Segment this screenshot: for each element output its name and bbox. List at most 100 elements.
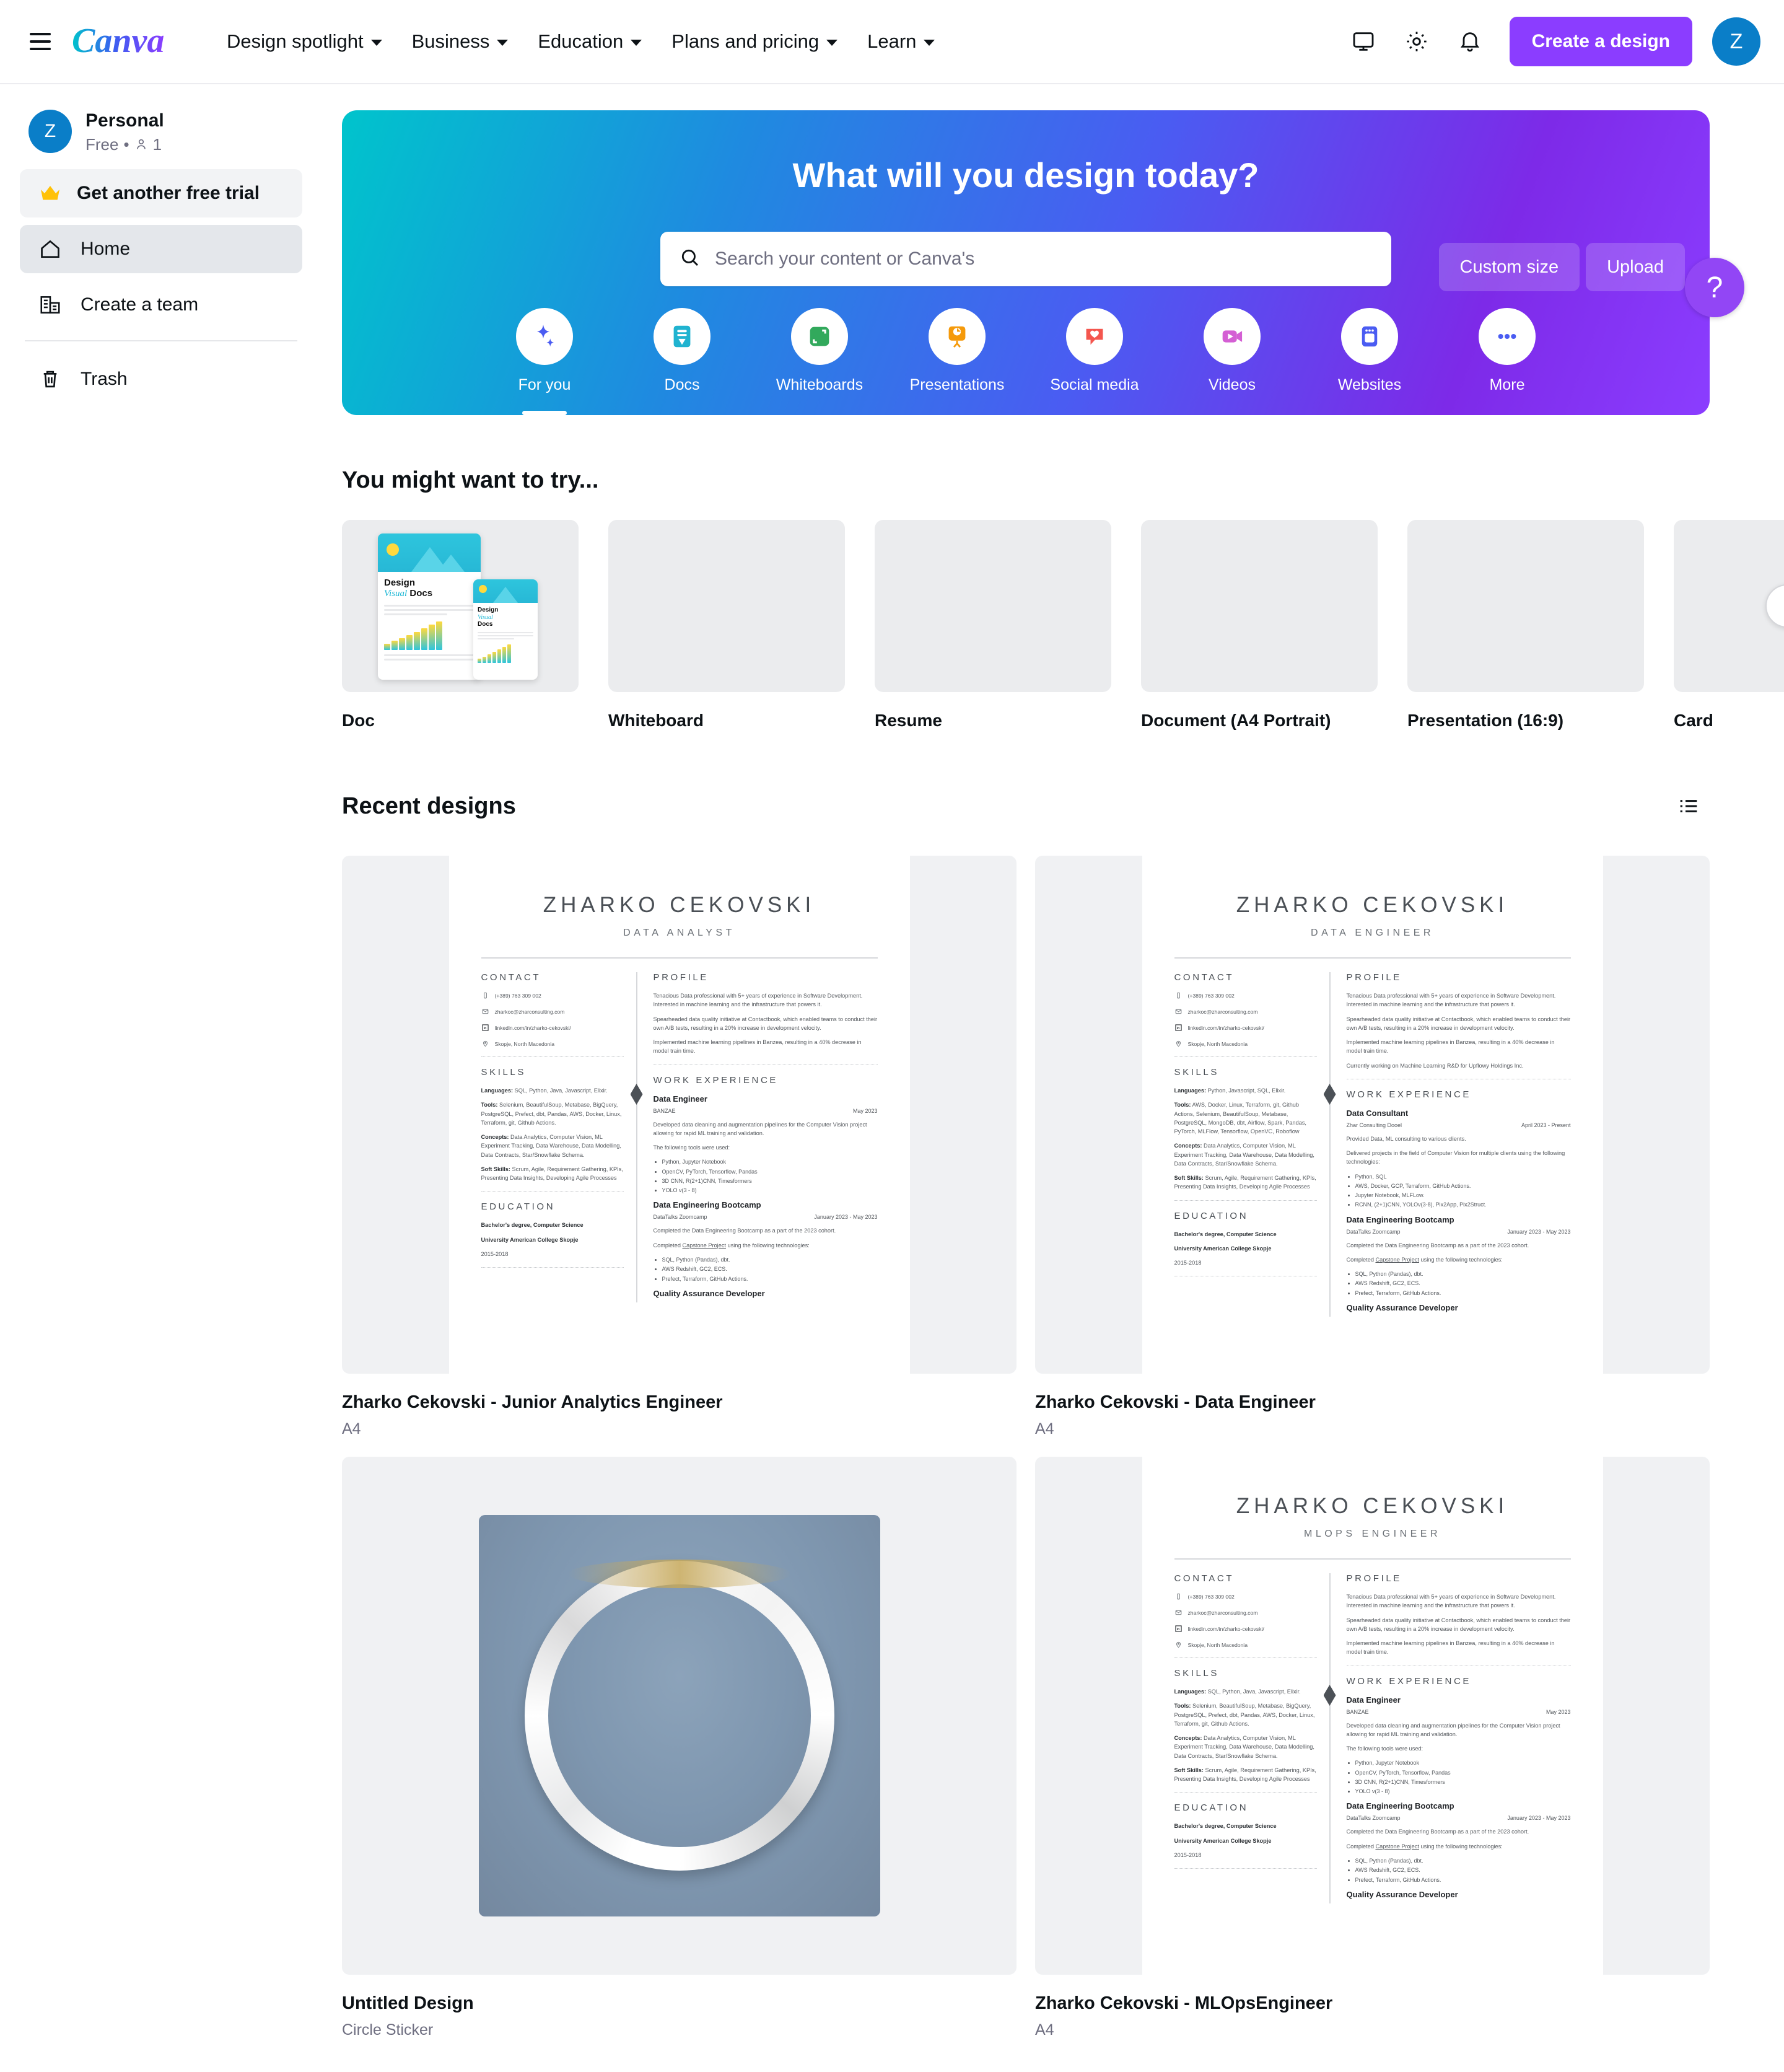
profile-paragraph: Currently working on Machine Learning R&… — [1346, 1062, 1524, 1069]
location-icon — [1174, 1641, 1183, 1649]
custom-size-button[interactable]: Custom size — [1438, 243, 1580, 291]
category-label: Whiteboards — [776, 376, 864, 393]
job-title: Quality Assurance Developer — [1346, 1303, 1458, 1313]
sidebar-item-create-a-team[interactable]: Create a team — [20, 281, 302, 329]
category-label: More — [1489, 376, 1525, 393]
job-bullets: Python, Jupyter Notebook OpenCV, PyTorch… — [662, 1157, 878, 1195]
category-tab-presentations[interactable]: Presentations — [888, 308, 1026, 394]
resume-divider — [481, 957, 878, 959]
skills-languages-label: Languages: — [481, 1087, 514, 1094]
profile-paragraph: Tenacious Data professional with 5+ year… — [653, 993, 863, 1008]
capstone-project-link[interactable]: Capstone Project — [1375, 1257, 1419, 1263]
resume-dotted-divider — [1174, 1868, 1317, 1869]
category-tab-more[interactable]: More — [1438, 308, 1576, 394]
hamburger-menu-icon[interactable] — [22, 24, 58, 59]
category-label: Videos — [1209, 376, 1256, 393]
skills-languages-value: Python, Javascript, SQL, Elixir. — [1207, 1087, 1286, 1094]
education-degree: Bachelor's degree, Computer Science — [1174, 1231, 1277, 1237]
heart-bubble-icon — [1066, 308, 1123, 365]
job-bullets: SQL, Python (Pandas), dbt. AWS Redshift,… — [1355, 1856, 1571, 1885]
job-bullets: Python, SQL AWS, Docker, GCP, Terraform,… — [1355, 1172, 1571, 1210]
category-tab-whiteboards[interactable]: Whiteboards — [751, 308, 888, 394]
profile-paragraph: Tenacious Data professional with 5+ year… — [1346, 1594, 1556, 1609]
category-tab-videos[interactable]: Videos — [1163, 308, 1301, 394]
nav-item-business[interactable]: Business — [398, 20, 522, 63]
capstone-project-link[interactable]: Capstone Project — [1375, 1843, 1419, 1850]
try-card-whiteboard[interactable]: Whiteboard — [608, 520, 845, 731]
list-view-icon[interactable] — [1668, 785, 1710, 827]
gear-icon[interactable] — [1393, 18, 1440, 65]
nav-item-design-spotlight[interactable]: Design spotlight — [213, 20, 396, 63]
try-card-document-a4-portrait[interactable]: Document (A4 Portrait) — [1141, 520, 1378, 731]
resume-education-heading: EDUCATION — [1174, 1210, 1249, 1221]
try-card-thumbnail — [1407, 520, 1644, 692]
job-description: Developed data cleaning and augmentation… — [1346, 1722, 1560, 1737]
resume-profile-heading: PROFILE — [653, 972, 709, 983]
resume-linkedin: linkedin.com/in/zharko-cekovski/ — [1187, 1625, 1264, 1632]
skills-concepts-label: Concepts: — [1174, 1143, 1202, 1149]
try-card-card[interactable]: Card — [1674, 520, 1784, 731]
job-company: DataTalks Zoomcamp — [1346, 1228, 1401, 1235]
nav-label: Design spotlight — [227, 30, 364, 52]
job-date: April 2023 - Present — [1521, 1122, 1571, 1128]
nav-item-education[interactable]: Education — [524, 20, 655, 63]
nav-item-learn[interactable]: Learn — [854, 20, 948, 63]
job-date: January 2023 - May 2023 — [1507, 1228, 1571, 1235]
sidebar-item-get-another-free-trial[interactable]: Get another free trial — [20, 169, 302, 217]
job-description: Developed data cleaning and augmentation… — [653, 1121, 867, 1136]
svg-text:Canva: Canva — [72, 22, 164, 60]
try-card-doc[interactable]: Design Visual Docs Design Visual Docs Do… — [342, 520, 579, 731]
job-description: Completed the Data Engineering Bootcamp … — [1346, 1242, 1529, 1249]
category-tab-social-media[interactable]: Social media — [1026, 308, 1163, 394]
category-tab-for-you[interactable]: For you — [476, 308, 613, 394]
ellipsis-icon — [1479, 308, 1536, 365]
design-meta: A4 — [342, 1420, 361, 1438]
canva-logo[interactable]: Canva — [72, 22, 181, 61]
category-label: Websites — [1337, 376, 1402, 393]
try-card-label: Whiteboard — [608, 711, 704, 730]
doc-icon — [654, 308, 711, 365]
profile-paragraph: Implemented machine learning pipelines i… — [1346, 1640, 1555, 1656]
design-card[interactable]: ZHARKO CEKOVSKI DATA ANALYST CONTACT (+3… — [342, 856, 1017, 1438]
resume-profile-heading: PROFILE — [1346, 972, 1402, 983]
job-bullets: Python, Jupyter Notebook OpenCV, PyTorch… — [1355, 1758, 1571, 1796]
search-bar[interactable] — [660, 232, 1391, 286]
job-description: Delivered projects in the field of Compu… — [1346, 1150, 1565, 1166]
bell-icon[interactable] — [1446, 18, 1493, 65]
try-card-label: Card — [1674, 711, 1713, 730]
create-a-design-button[interactable]: Create a design — [1509, 17, 1692, 66]
try-card-thumbnail — [608, 520, 845, 692]
search-input[interactable] — [715, 248, 1373, 270]
try-card-label: Document (A4 Portrait) — [1141, 711, 1331, 730]
monitor-icon[interactable] — [1340, 18, 1387, 65]
email-icon — [1174, 1007, 1183, 1016]
category-label: Social media — [1050, 376, 1139, 393]
job-bullet: AWS Redshift, GC2, ECS. — [1355, 1279, 1571, 1288]
skills-tools-label: Tools: — [1174, 1703, 1191, 1710]
upload-button[interactable]: Upload — [1586, 243, 1685, 291]
try-card-resume[interactable]: Resume — [875, 520, 1111, 731]
person-icon — [136, 139, 146, 149]
category-label: Docs — [664, 376, 700, 393]
account-summary[interactable]: Z Personal Free • 1 — [20, 102, 302, 169]
user-avatar[interactable]: Z — [1712, 17, 1760, 66]
capstone-project-link[interactable]: Capstone Project — [682, 1242, 725, 1249]
resume-contact-heading: CONTACT — [481, 972, 541, 983]
linkedin-icon: in — [1174, 1024, 1183, 1032]
design-card[interactable]: ZHARKO CEKOVSKI DATA ENGINEER CONTACT (+… — [1035, 856, 1710, 1438]
design-card[interactable]: Untitled Design Circle Sticker — [342, 1457, 1017, 2039]
sidebar-item-home[interactable]: Home — [20, 224, 302, 273]
try-card-presentation-16-9[interactable]: Presentation (16:9) — [1407, 520, 1644, 731]
help-button[interactable]: ? — [1685, 258, 1744, 317]
category-tab-docs[interactable]: Docs — [613, 308, 751, 394]
phone-icon — [1174, 991, 1183, 999]
try-card-label: Presentation (16:9) — [1407, 711, 1564, 730]
design-card[interactable]: ZHARKO CEKOVSKI MLOPS ENGINEER CONTACT (… — [1035, 1457, 1710, 2039]
sidebar-item-trash[interactable]: Trash — [20, 355, 302, 403]
resume-name: ZHARKO CEKOVSKI — [1236, 893, 1509, 917]
resume-vertical-rule — [630, 972, 643, 1302]
category-tab-websites[interactable]: Websites — [1301, 308, 1438, 394]
nav-item-plans-and-pricing[interactable]: Plans and pricing — [658, 20, 851, 63]
skills-tools-value: AWS, Docker, Linux, Terraform, git, Gith… — [1174, 1102, 1306, 1135]
job-company: BANZAE — [653, 1107, 676, 1114]
